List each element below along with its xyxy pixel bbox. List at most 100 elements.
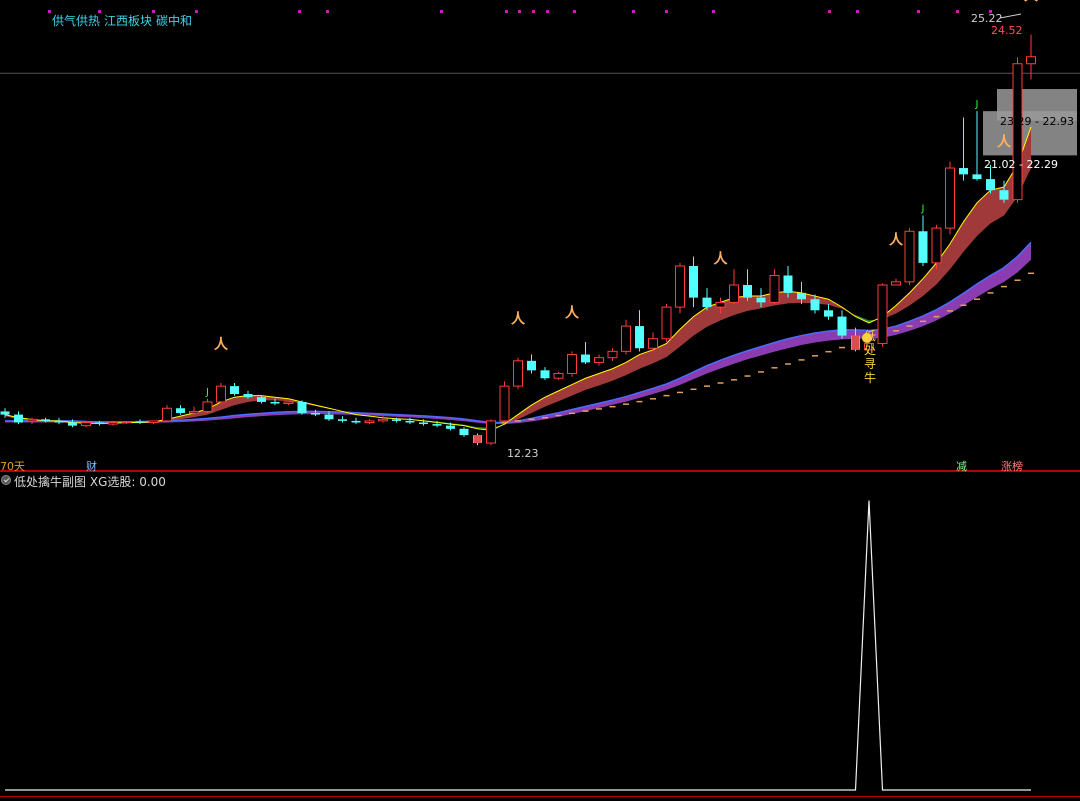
buy-arrow-icon: ⼈ [214,336,229,353]
candle-body-down [135,421,145,423]
candle [959,117,968,181]
candle-body-down [581,354,590,363]
candle-body-down [392,419,401,421]
candle [189,406,199,415]
candle [675,262,685,314]
slow-ribbon [977,275,991,298]
candle [230,382,239,396]
candle [594,354,604,366]
ma-ribbon [923,262,937,297]
candle-body-up [594,357,604,363]
ma-ribbon [626,354,640,376]
candle-body-down [14,414,23,423]
timeline-dot [48,10,51,13]
candle-body-up [661,306,672,340]
candle [216,382,226,403]
candle [283,401,294,406]
timeline-dot [956,10,959,13]
candle-body-up [27,418,37,422]
timeline-dot [856,10,859,13]
candle-body-up [121,421,132,424]
candle [972,111,982,181]
ma-ribbon [572,378,586,396]
buy-arrow-icon: ⼈ [565,304,580,321]
signal-bar [851,335,860,350]
candle-body-up [621,325,631,352]
buy-arrow-icon: ⼈ [1024,0,1039,5]
candle-body-up [1026,56,1036,65]
candle-body-down [297,401,307,414]
candle [661,303,672,342]
candle [459,427,469,437]
candle-body-up [931,227,942,264]
zone-lower-label: 21.02 - 22.29 [984,158,1058,171]
candle [338,416,347,423]
timeline-dot [326,10,329,13]
candle-body-up [189,410,199,414]
timeline-dot [828,10,831,13]
candle-body-down [824,310,833,317]
candle-body-down [540,370,550,379]
timeline-dot [532,10,535,13]
candle-body-up [202,401,213,412]
zone-upper-label: 23.29 - 22.93 [1000,115,1074,128]
j-mark: J [975,99,979,110]
candle [162,405,172,423]
signal-text-char: 寻 [864,357,876,371]
candle-body-down [446,425,455,429]
ma-ribbon [950,221,964,270]
candle-body-up [486,420,496,444]
candle-body-down [0,411,10,415]
timeline-dot [195,10,198,13]
xg-signal-line [5,500,1031,791]
candle-body-down [230,386,239,395]
candle-body-down [986,179,995,191]
candle-body-up [729,284,739,303]
candle [877,283,888,347]
candle [1012,57,1023,203]
candle [148,420,159,425]
candle-body-down [689,266,698,298]
candle [891,278,901,286]
candle [513,357,523,390]
candle-body-up [891,281,901,286]
timeline-dot [298,10,301,13]
candle-body-down [797,292,806,300]
candle-body-down [635,326,644,349]
candle [904,228,915,285]
buy-arrow-icon: ⼈ [997,134,1012,151]
timeline-dot [440,10,443,13]
candle-body-down [743,284,752,298]
j-mark: J [205,387,209,398]
ma-ribbon [518,405,532,420]
candle [635,310,644,352]
candle-body-down [270,401,280,404]
candle-body-up [769,275,780,303]
time-axis-line [0,796,1080,797]
candle [297,400,307,415]
candle [527,354,536,374]
indicator-chart[interactable] [0,472,1080,801]
slow-ribbon [963,284,977,306]
slow-ribbon [1004,256,1018,282]
candle-body-up [607,350,618,359]
candle-body-down [41,419,50,421]
candle [176,405,185,415]
candle-body-down [837,316,847,336]
candle [486,419,496,446]
candle-body-down [324,414,334,420]
candle-body-up [162,407,172,422]
candle-body-down [972,174,982,180]
candle [54,417,64,425]
candle-body-up [283,401,294,405]
price-chart[interactable]: ⼈⼈⼈⼈⼈⼈⼈JJJ25.2224.5223.29 - 22.9321.02 -… [0,0,1080,470]
candle-body-down [756,297,766,303]
candle-body-down [783,275,793,293]
timeline-dot [518,10,521,13]
signal-text-char: 牛 [864,370,876,385]
candle [621,319,631,355]
timeline-dot [917,10,920,13]
candle [931,224,942,270]
candle [702,288,712,311]
ma-ribbon [680,316,694,347]
